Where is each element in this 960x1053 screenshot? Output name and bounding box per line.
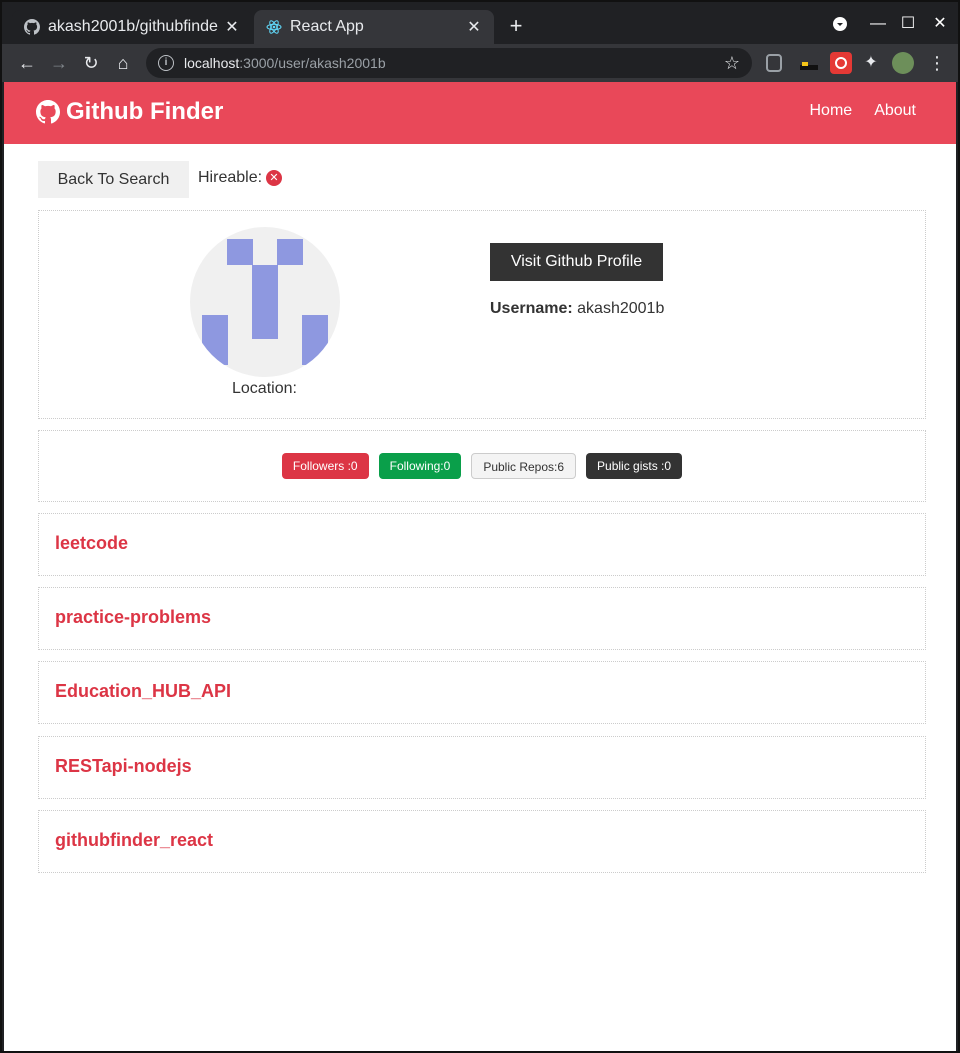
repo-card: leetcode bbox=[38, 513, 926, 576]
repo-card: Education_HUB_API bbox=[38, 661, 926, 724]
react-icon bbox=[266, 19, 282, 35]
browser-window: akash2001b/githubfinde ✕ React App ✕ + —… bbox=[0, 0, 960, 1053]
extension-icon[interactable] bbox=[766, 54, 782, 72]
page-content: Github Finder Home About Back To Search … bbox=[4, 82, 956, 1051]
back-arrow-icon[interactable]: ← bbox=[14, 50, 40, 76]
address-bar[interactable]: i localhost:3000/user/akash2001b ☆ bbox=[146, 48, 752, 78]
public-repos-badge: Public Repos:6 bbox=[471, 453, 577, 479]
new-tab-icon[interactable]: + bbox=[504, 12, 528, 40]
nav-link-about[interactable]: About bbox=[874, 102, 916, 120]
nav-links: Home About bbox=[810, 102, 917, 120]
github-icon bbox=[24, 19, 40, 35]
maximize-icon[interactable]: ☐ bbox=[896, 12, 920, 36]
avatar bbox=[190, 227, 340, 377]
close-window-icon[interactable]: ✕ bbox=[928, 12, 952, 36]
github-icon bbox=[36, 100, 61, 124]
nav-link-home[interactable]: Home bbox=[810, 102, 853, 120]
tab-search-icon[interactable] bbox=[828, 12, 852, 36]
close-tab-icon[interactable]: ✕ bbox=[224, 17, 240, 37]
repo-link[interactable]: Education_HUB_API bbox=[55, 681, 231, 702]
extensions-puzzle-icon[interactable]: ✦ bbox=[858, 50, 884, 76]
repo-link[interactable]: githubfinder_react bbox=[55, 830, 213, 851]
reload-icon[interactable]: ↻ bbox=[78, 50, 104, 76]
tab-title: React App bbox=[290, 18, 364, 35]
followers-badge: Followers :0 bbox=[281, 453, 369, 479]
close-tab-icon[interactable]: ✕ bbox=[466, 17, 482, 37]
hireable-status: Hireable: ✕ bbox=[198, 169, 283, 187]
forward-arrow-icon[interactable]: → bbox=[46, 50, 72, 76]
times-circle-icon: ✕ bbox=[266, 170, 283, 186]
username-value: akash2001b bbox=[577, 300, 665, 317]
extension-icon[interactable] bbox=[798, 52, 820, 74]
profile-card: Location: Visit Github Profile Username:… bbox=[38, 210, 926, 419]
avatar[interactable] bbox=[892, 52, 914, 74]
minimize-icon[interactable]: — bbox=[866, 12, 890, 36]
site-info-icon[interactable]: i bbox=[158, 55, 174, 71]
brand: Github Finder bbox=[36, 98, 223, 126]
username-label: Username: bbox=[490, 300, 573, 317]
url-text: localhost:3000/user/akash2001b bbox=[184, 55, 386, 71]
repo-card: practice-problems bbox=[38, 587, 926, 650]
browser-toolbar: ← → ↻ ⌂ i localhost:3000/user/akash2001b… bbox=[2, 44, 958, 82]
following-badge: Following:0 bbox=[378, 453, 462, 479]
repo-card: RESTapi-nodejs bbox=[38, 736, 926, 799]
back-to-search-button[interactable]: Back To Search bbox=[38, 161, 189, 198]
menu-dots-icon[interactable]: ⋮ bbox=[924, 50, 950, 76]
username-row: Username: akash2001b bbox=[490, 300, 664, 318]
stats-card: Followers :0 Following:0 Public Repos:6 … bbox=[38, 430, 926, 502]
public-gists-badge: Public gists :0 bbox=[586, 453, 683, 479]
extension-icon[interactable] bbox=[830, 52, 852, 74]
tab-strip: akash2001b/githubfinde ✕ React App ✕ + —… bbox=[2, 2, 958, 44]
brand-title: Github Finder bbox=[66, 98, 224, 125]
tab-github[interactable]: akash2001b/githubfinde ✕ bbox=[12, 10, 252, 44]
repo-card: githubfinder_react bbox=[38, 810, 926, 873]
bookmark-star-icon[interactable]: ☆ bbox=[724, 53, 740, 74]
stats-badges: Followers :0 Following:0 Public Repos:6 … bbox=[39, 453, 925, 479]
hireable-label: Hireable: bbox=[198, 169, 263, 186]
visit-github-profile-button[interactable]: Visit Github Profile bbox=[490, 243, 663, 281]
tab-title: akash2001b/githubfinde bbox=[48, 18, 218, 35]
repo-link[interactable]: leetcode bbox=[55, 533, 128, 554]
repo-link[interactable]: RESTapi-nodejs bbox=[55, 756, 192, 777]
tab-react-app[interactable]: React App ✕ bbox=[254, 10, 494, 44]
home-icon[interactable]: ⌂ bbox=[110, 50, 136, 76]
repo-link[interactable]: practice-problems bbox=[55, 607, 211, 628]
location-label: Location: bbox=[232, 380, 297, 397]
navbar: Github Finder Home About bbox=[4, 82, 956, 144]
